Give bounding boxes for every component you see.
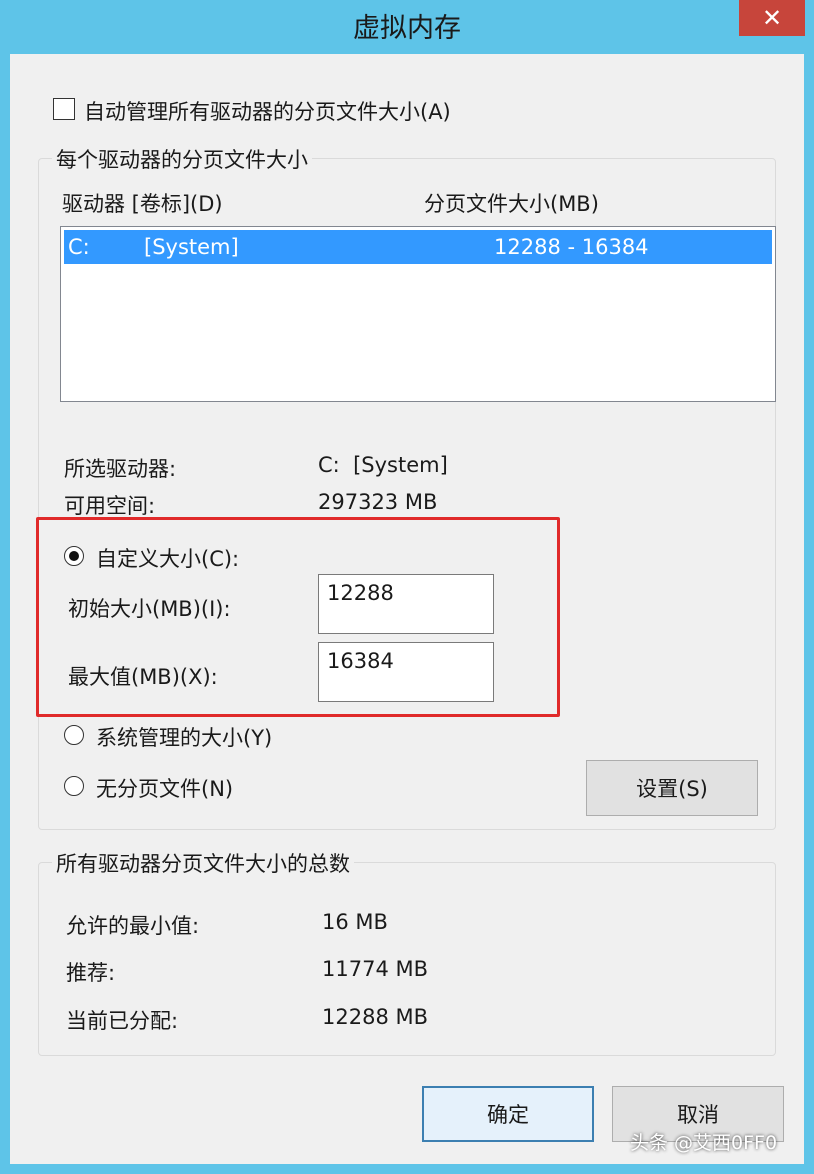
system-managed-label[interactable]: 系统管理的大小(Y) — [96, 722, 272, 752]
per-drive-group-title: 每个驱动器的分页文件大小 — [52, 144, 312, 174]
ok-button[interactable]: 确定 — [422, 1086, 594, 1142]
drive-letter: C: — [68, 235, 90, 259]
close-button[interactable]: ✕ — [739, 0, 805, 36]
watermark: 头条 @艾西0FF0 — [630, 1132, 778, 1154]
column-header-size: 分页文件大小(MB) — [424, 192, 599, 216]
column-header-drive: 驱动器 [卷标](D) — [62, 192, 223, 216]
list-item[interactable]: C: [System] 12288 - 16384 — [64, 230, 772, 264]
selected-drive-value: C: [System] — [318, 453, 448, 477]
allocated-value: 12288 MB — [322, 1005, 429, 1029]
auto-manage-label[interactable]: 自动管理所有驱动器的分页文件大小(A) — [84, 96, 451, 126]
highlight-box — [36, 517, 560, 717]
close-icon: ✕ — [761, 4, 783, 32]
recommended-label: 推荐: — [66, 961, 116, 985]
drive-list[interactable]: C: [System] 12288 - 16384 — [60, 226, 776, 402]
selected-drive-label: 所选驱动器: — [64, 457, 177, 481]
free-space-value: 297323 MB — [318, 490, 438, 514]
drive-paging-size: 12288 - 16384 — [494, 235, 649, 259]
no-paging-file-label[interactable]: 无分页文件(N) — [96, 773, 233, 803]
recommended-value: 11774 MB — [322, 957, 429, 981]
no-paging-file-radio[interactable] — [64, 776, 84, 796]
min-allowed-label: 允许的最小值: — [66, 914, 200, 938]
totals-group-title: 所有驱动器分页文件大小的总数 — [52, 848, 354, 878]
drive-volume-label: [System] — [144, 235, 239, 259]
min-allowed-value: 16 MB — [322, 910, 388, 934]
auto-manage-checkbox[interactable] — [53, 98, 75, 120]
system-managed-radio[interactable] — [64, 725, 84, 745]
allocated-label: 当前已分配: — [66, 1009, 179, 1033]
set-button[interactable]: 设置(S) — [586, 760, 758, 816]
free-space-label: 可用空间: — [64, 494, 156, 518]
window-title: 虚拟内存 — [353, 13, 461, 44]
title-bar: 虚拟内存 ✕ — [0, 0, 814, 54]
